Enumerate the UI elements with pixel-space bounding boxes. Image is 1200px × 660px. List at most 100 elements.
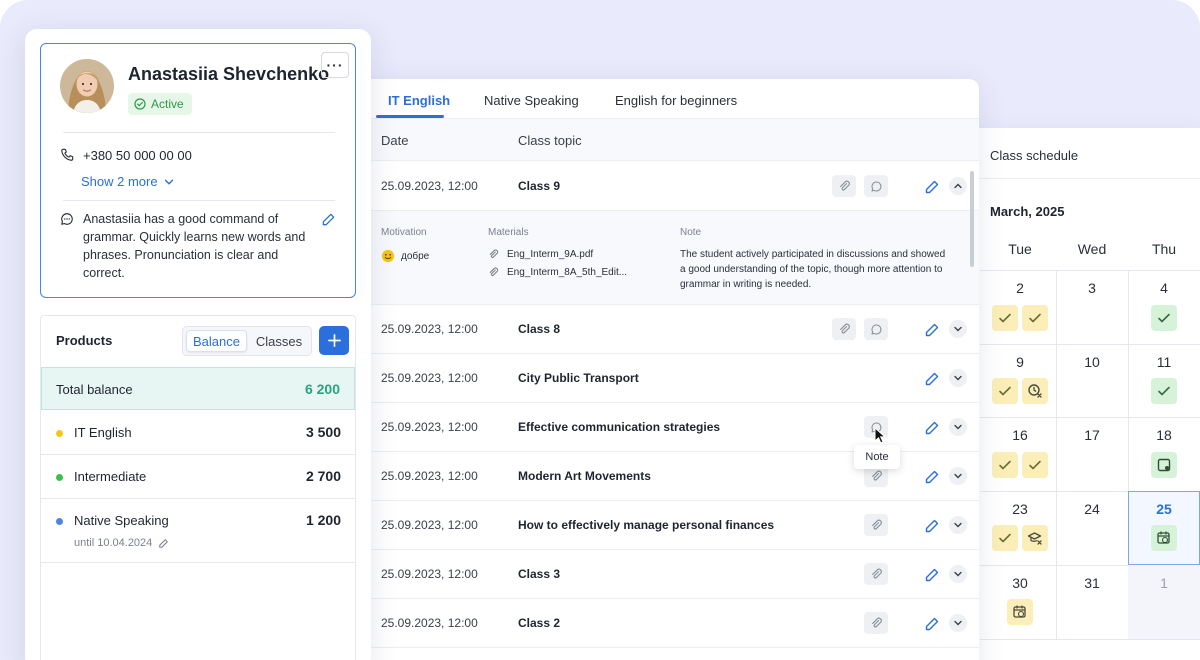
product-row[interactable]: IT English 3 500	[41, 411, 355, 455]
grid-line	[980, 639, 1200, 640]
edit-icon[interactable]	[321, 212, 336, 227]
show-more-link[interactable]: Show 2 more	[81, 174, 174, 189]
edit-icon[interactable]	[158, 538, 169, 549]
row-date: 25.09.2023, 12:00	[381, 179, 478, 193]
table-row[interactable]: 25.09.2023, 12:00 Class 9	[362, 162, 979, 211]
expand-button[interactable]	[949, 516, 967, 534]
check-icon[interactable]	[1022, 452, 1048, 478]
check-icon[interactable]	[992, 452, 1018, 478]
row-topic: Effective communication strategies	[518, 420, 721, 434]
calendar-day[interactable]: 1	[1128, 575, 1200, 591]
calendar-day[interactable]: 2	[984, 280, 1056, 296]
expand-button[interactable]	[949, 320, 967, 338]
expand-button[interactable]	[949, 614, 967, 632]
collapse-button[interactable]	[949, 177, 967, 195]
table-row[interactable]: 25.09.2023, 12:00 City Public Transport	[362, 354, 979, 403]
edit-icon[interactable]	[924, 518, 940, 534]
toggle-classes[interactable]: Classes	[249, 330, 309, 352]
status-dot	[56, 518, 63, 525]
table-row[interactable]: 25.09.2023, 12:00 Class 8	[362, 305, 979, 354]
clock-cancel-icon[interactable]	[1022, 378, 1048, 404]
calendar-day[interactable]: 3	[1056, 280, 1128, 296]
material-file[interactable]: Eng_Interm_9A.pdf	[507, 249, 593, 260]
chevron-up-icon	[954, 183, 962, 189]
check-icon[interactable]	[1151, 305, 1177, 331]
calendar-day[interactable]: 17	[1056, 427, 1128, 443]
calendar-day[interactable]: 30	[984, 575, 1056, 591]
total-balance-label: Total balance	[56, 382, 133, 397]
product-name: Intermediate	[74, 469, 147, 484]
edit-icon[interactable]	[924, 616, 940, 632]
lesson-note-icon[interactable]	[1151, 452, 1177, 478]
calendar-clock-icon[interactable]	[1007, 599, 1033, 625]
materials-label: Materials	[488, 227, 529, 238]
calendar-clock-icon[interactable]	[1151, 525, 1177, 551]
paperclip-icon	[871, 617, 882, 628]
edit-icon[interactable]	[924, 420, 940, 436]
edit-icon[interactable]	[924, 179, 940, 195]
tab-native-speaking[interactable]: Native Speaking	[484, 93, 579, 108]
attachment-button[interactable]	[832, 318, 856, 340]
calendar-day[interactable]: 10	[1056, 354, 1128, 370]
view-toggle: Balance Classes	[182, 326, 312, 356]
calendar-day[interactable]: 31	[1056, 575, 1128, 591]
calendar-day[interactable]: 4	[1128, 280, 1200, 296]
expand-button[interactable]	[949, 369, 967, 387]
attachment-button[interactable]	[864, 612, 888, 634]
attachment-button[interactable]	[832, 175, 856, 197]
check-icon[interactable]	[1022, 305, 1048, 331]
product-expiry: until 10.04.2024	[74, 537, 169, 549]
toggle-balance[interactable]: Balance	[186, 330, 247, 352]
student-card: Anastasiia Shevchenko Active ··· +380 50…	[25, 29, 371, 660]
check-icon[interactable]	[992, 525, 1018, 551]
check-icon[interactable]	[992, 378, 1018, 404]
check-icon[interactable]	[1151, 378, 1177, 404]
row-date: 25.09.2023, 12:00	[381, 322, 478, 336]
graduation-cancel-icon[interactable]	[1022, 525, 1048, 551]
edit-icon[interactable]	[924, 322, 940, 338]
calendar-day[interactable]: 23	[984, 501, 1056, 517]
add-product-button[interactable]	[319, 326, 349, 355]
check-icon[interactable]	[992, 305, 1018, 331]
paperclip-icon	[871, 519, 882, 530]
motivation-value: добре	[401, 251, 430, 262]
tab-it-english[interactable]: IT English	[388, 93, 450, 108]
calendar-day[interactable]: 16	[984, 427, 1056, 443]
phone-number[interactable]: +380 50 000 00 00	[83, 148, 192, 163]
status-dot	[56, 430, 63, 437]
calendar-day[interactable]: 18	[1128, 427, 1200, 443]
expand-button[interactable]	[949, 565, 967, 583]
scrollbar[interactable]	[970, 171, 974, 267]
table-row[interactable]: 25.09.2023, 12:00 Class 2	[362, 599, 979, 648]
material-file[interactable]: Eng_Interm_8A_5th_Edit...	[507, 267, 627, 278]
edit-icon[interactable]	[924, 469, 940, 485]
table-row[interactable]: 25.09.2023, 12:00 How to effectively man…	[362, 501, 979, 550]
product-row[interactable]: Native Speaking 1 200 until 10.04.2024	[41, 499, 355, 563]
expand-button[interactable]	[949, 467, 967, 485]
divider	[63, 132, 335, 133]
attachment-button[interactable]	[864, 514, 888, 536]
product-name: IT English	[74, 425, 132, 440]
row-topic: Class 3	[518, 567, 561, 581]
product-row[interactable]: Intermediate 2 700	[41, 455, 355, 499]
tab-english-for-beginners[interactable]: English for beginners	[615, 93, 737, 108]
more-options-button[interactable]: ···	[321, 52, 349, 78]
motivation-label: Motivation	[381, 227, 427, 238]
chevron-down-icon	[164, 179, 173, 185]
grid-line	[980, 417, 1200, 418]
calendar-day[interactable]: 9	[984, 354, 1056, 370]
edit-icon[interactable]	[924, 567, 940, 583]
expand-button[interactable]	[949, 418, 967, 436]
row-date: 25.09.2023, 12:00	[381, 567, 478, 581]
row-topic: Class 8	[518, 322, 561, 336]
calendar-day[interactable]: 24	[1056, 501, 1128, 517]
calendar-day-today[interactable]: 25	[1128, 501, 1200, 517]
note-button[interactable]	[864, 175, 888, 197]
attachment-button[interactable]	[864, 563, 888, 585]
edit-icon[interactable]	[924, 371, 940, 387]
total-balance-row: Total balance 6 200	[41, 367, 355, 410]
note-button[interactable]	[864, 318, 888, 340]
table-header: Date Class topic	[362, 119, 979, 161]
calendar-day[interactable]: 11	[1128, 354, 1200, 370]
table-row[interactable]: 25.09.2023, 12:00 Class 3	[362, 550, 979, 599]
